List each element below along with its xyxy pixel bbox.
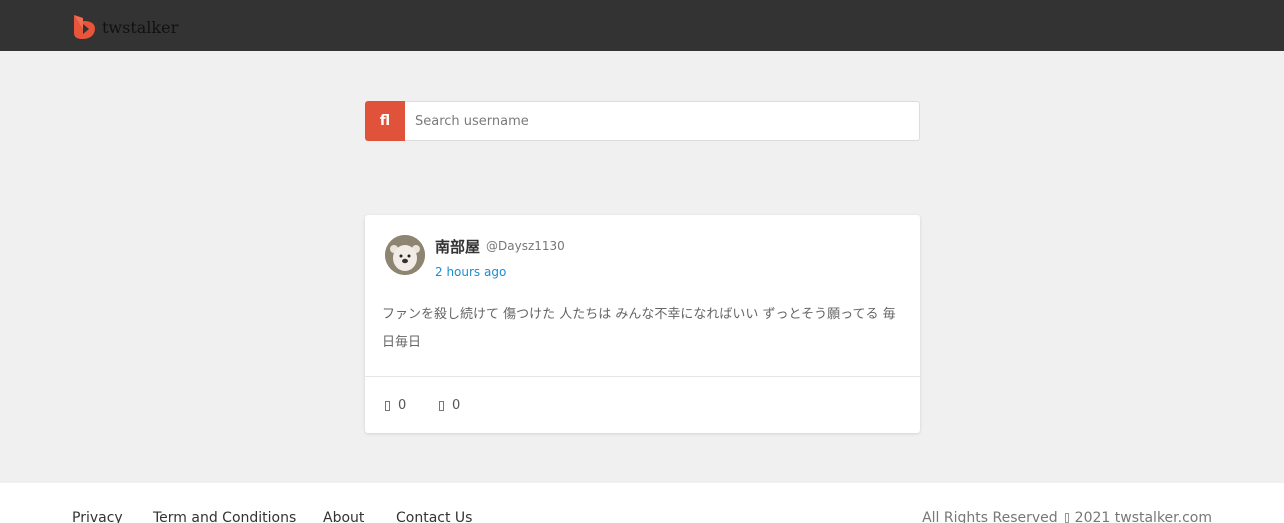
search-input[interactable] bbox=[405, 101, 920, 141]
card-divider bbox=[365, 376, 920, 377]
brand-name: twstalker bbox=[102, 17, 179, 37]
retweet-count-value: 0 bbox=[452, 398, 461, 413]
twstalker-logo-icon bbox=[74, 15, 95, 39]
post-timestamp-link[interactable]: 2 hours ago bbox=[435, 265, 506, 279]
footer-link-privacy[interactable]: Privacy bbox=[72, 510, 123, 523]
user-display-name[interactable]: 南部屋 bbox=[435, 236, 480, 257]
retweet-count[interactable]: 0 bbox=[439, 398, 460, 413]
copyright-text: 2021 twstalker.com bbox=[1074, 510, 1212, 523]
footer-link-terms[interactable]: Term and Conditions bbox=[153, 510, 296, 523]
like-count[interactable]: 0 bbox=[385, 398, 406, 413]
avatar-image bbox=[385, 235, 425, 275]
footer: Privacy Term and Conditions About Contac… bbox=[0, 483, 1284, 523]
footer-link-about[interactable]: About bbox=[323, 510, 364, 523]
all-rights-text: All Rights Reserved bbox=[922, 510, 1058, 523]
tweet-card: 南部屋 @Daysz1130 2 hours ago ファンを殺し続けて 傷つけ… bbox=[365, 215, 920, 433]
brand-link[interactable]: twstalker bbox=[72, 14, 178, 40]
search-bar: fl bbox=[365, 101, 920, 141]
avatar[interactable] bbox=[385, 235, 425, 275]
search-button[interactable]: fl bbox=[365, 101, 405, 141]
post-text: ファンを殺し続けて 傷つけた 人たちは みんな不幸になればいい ずっとそう願って… bbox=[382, 307, 896, 350]
search-button-glyph: fl bbox=[379, 113, 391, 129]
heart-icon bbox=[385, 400, 390, 411]
copyright-icon bbox=[1064, 513, 1069, 523]
top-navbar: twstalker bbox=[0, 0, 1284, 51]
footer-link-contact[interactable]: Contact Us bbox=[396, 510, 472, 523]
like-count-value: 0 bbox=[398, 398, 407, 413]
user-handle[interactable]: @Daysz1130 bbox=[486, 239, 565, 253]
retweet-icon bbox=[439, 400, 444, 411]
copyright: All Rights Reserved 2021 twstalker.com bbox=[922, 510, 1212, 523]
